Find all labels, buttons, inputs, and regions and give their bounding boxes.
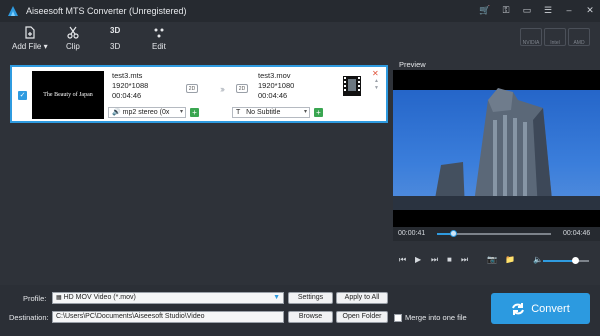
file-list: ✓ The Beauty of Japan test3.mts 1920*108…	[6, 60, 388, 280]
subtitle-value: No Subtitle	[246, 109, 281, 116]
volume-level	[543, 260, 576, 262]
add-file-label: Add File	[12, 42, 42, 51]
scissors-icon	[67, 26, 79, 39]
video-thumbnail[interactable]: The Beauty of Japan	[32, 71, 104, 119]
open-folder-button[interactable]: Open Folder	[336, 311, 388, 323]
item-checkbox[interactable]: ✓	[18, 91, 27, 100]
menu-icon[interactable]: ☰	[542, 4, 554, 16]
profile-label: Profile:	[23, 294, 47, 303]
speaker-icon: 🔊	[112, 109, 121, 116]
destination-input[interactable]: C:\Users\PC\Documents\Aiseesoft Studio\V…	[52, 311, 284, 323]
add-file-icon	[25, 26, 35, 39]
chevron-down-icon: ▾	[303, 109, 307, 115]
output-info: test3.mov 1920*1080 00:04:46	[258, 71, 294, 101]
convert-label: Convert	[531, 302, 570, 315]
add-file-button[interactable]: Add File ▾	[12, 26, 48, 51]
move-down-icon[interactable]: ▼	[374, 85, 379, 91]
open-snapshot-folder-icon[interactable]: 📁	[505, 255, 515, 264]
preview-frame-image	[393, 70, 600, 227]
clip-label: Clip	[66, 42, 80, 51]
seek-slider[interactable]	[437, 230, 551, 237]
3d-button[interactable]: 3D 3D	[110, 26, 120, 51]
convert-arrows-icon: ›››	[220, 84, 225, 94]
film-format-icon[interactable]	[342, 75, 362, 97]
merge-label: Merge into one file	[405, 313, 467, 322]
edit-effects-icon	[154, 28, 164, 38]
volume-handle[interactable]	[572, 257, 580, 264]
output-2d-badge[interactable]: 2D	[236, 84, 248, 93]
video-preview[interactable]	[393, 70, 600, 227]
3d-icon: 3D	[110, 26, 121, 35]
amd-accel-badge: AMD	[568, 28, 590, 46]
previous-icon[interactable]: ⏮	[399, 255, 406, 265]
source-info: test3.mts 1920*1088 00:04:46	[112, 71, 148, 101]
move-up-icon[interactable]: ▲	[374, 78, 379, 84]
cart-icon[interactable]: 🛒	[479, 4, 491, 16]
thumbnail-title: The Beauty of Japan	[43, 92, 93, 98]
preview-timeline: 00:00:41 00:04:46	[393, 227, 600, 241]
profile-value: HD MOV Video (*.mov)	[63, 294, 136, 301]
stop-icon[interactable]: ■	[447, 255, 452, 264]
source-resolution: 1920*1088	[112, 81, 149, 90]
add-audio-track-button[interactable]: +	[190, 108, 199, 117]
profile-select[interactable]: ▦ HD MOV Video (*.mov) ▼	[52, 292, 284, 304]
output-duration: 00:04:46	[258, 91, 288, 100]
key-icon[interactable]: ⚿	[500, 4, 512, 16]
settings-button[interactable]: Settings	[288, 292, 333, 304]
audio-track-select[interactable]: 🔊 mp2 stereo (0x ▾	[108, 107, 186, 118]
add-file-dropdown-icon[interactable]: ▾	[44, 42, 48, 51]
edit-button[interactable]: Edit	[152, 26, 166, 51]
volume-slider[interactable]	[543, 257, 589, 264]
profile-format-icon: ▦	[56, 295, 62, 301]
3d-label: 3D	[110, 42, 121, 51]
convert-button[interactable]: Convert	[491, 293, 590, 324]
subtitle-icon: T	[236, 109, 241, 116]
output-resolution: 1920*1080	[258, 81, 295, 90]
title-bar: Aiseesoft MTS Converter (Unregistered) 🛒…	[0, 0, 600, 22]
volume-icon[interactable]: 🔈	[533, 255, 543, 264]
apply-to-all-button[interactable]: Apply to All	[336, 292, 388, 304]
chevron-down-icon: ▾	[179, 109, 183, 115]
source-filename: test3.mts	[112, 71, 143, 80]
convert-refresh-icon	[512, 302, 525, 315]
close-icon[interactable]: ✕	[584, 4, 596, 16]
add-subtitle-button[interactable]: +	[314, 108, 323, 117]
browse-button[interactable]: Browse	[288, 311, 333, 323]
edit-label: Edit	[152, 42, 166, 51]
next-frame-icon[interactable]: ⏭	[431, 255, 438, 265]
clip-button[interactable]: Clip	[66, 26, 80, 51]
output-filename[interactable]: test3.mov	[258, 71, 294, 81]
chevron-down-icon: ▼	[273, 294, 280, 301]
minimize-icon[interactable]: –	[563, 4, 575, 16]
intel-accel-badge: Intel	[544, 28, 566, 46]
nvidia-accel-badge: NVIDIA	[520, 28, 542, 46]
seek-handle[interactable]	[449, 230, 457, 237]
source-duration: 00:04:46	[112, 91, 142, 100]
destination-label: Destination:	[9, 313, 49, 322]
audio-track-value: mp2 stereo (0x	[122, 109, 170, 116]
source-2d-badge: 2D	[186, 84, 198, 93]
feedback-icon[interactable]: ▭	[521, 4, 533, 16]
end-icon[interactable]: ⏭	[461, 255, 468, 265]
preview-label: Preview	[399, 60, 426, 69]
play-icon[interactable]: ▶	[415, 255, 421, 264]
toolbar: Add File ▾ Clip 3D 3D Edit NVIDIA Intel …	[0, 22, 600, 56]
file-list-item[interactable]: ✓ The Beauty of Japan test3.mts 1920*108…	[10, 65, 388, 123]
player-controls: ⏮ ▶ ⏭ ■ ⏭ 📷 📁 🔈	[393, 251, 600, 269]
window-title: Aiseesoft MTS Converter (Unregistered)	[26, 6, 187, 16]
merge-option[interactable]: Merge into one file	[394, 313, 467, 322]
current-time: 00:00:41	[398, 230, 426, 237]
remove-item-icon[interactable]: ✕	[372, 69, 379, 78]
total-time: 00:04:46	[563, 230, 591, 237]
merge-checkbox[interactable]	[394, 313, 402, 322]
app-logo-icon	[8, 6, 18, 16]
snapshot-icon[interactable]: 📷	[487, 255, 497, 264]
subtitle-select[interactable]: T No Subtitle ▾	[232, 107, 310, 118]
app-window: Aiseesoft MTS Converter (Unregistered) 🛒…	[0, 0, 600, 336]
